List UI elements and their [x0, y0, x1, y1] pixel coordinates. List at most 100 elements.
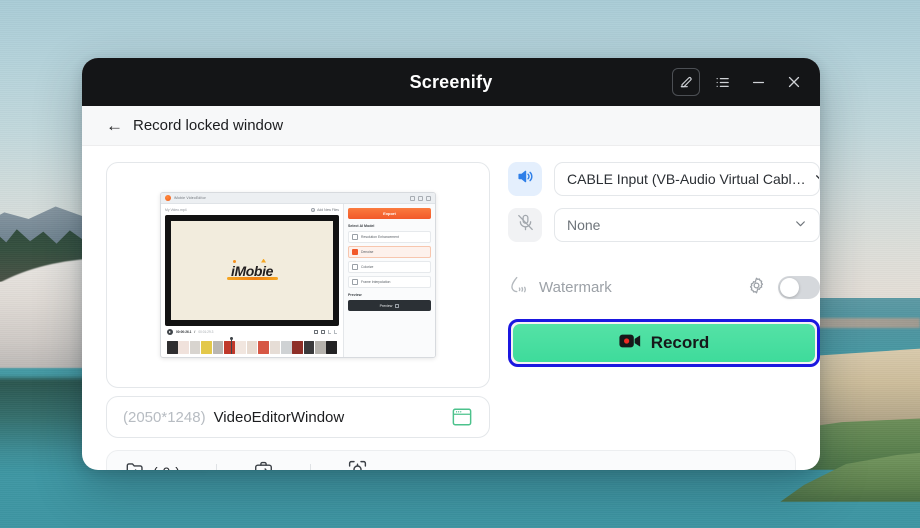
thumb-model-label-3: Frame Interpolation — [361, 280, 391, 284]
edit-pen-button[interactable] — [672, 68, 700, 96]
chevron-down-icon — [786, 217, 807, 233]
list-menu-button[interactable] — [708, 68, 736, 96]
thumb-timeline — [165, 337, 339, 354]
toolbox-button[interactable] — [253, 460, 274, 470]
minimize-icon — [750, 74, 767, 91]
thumb-section-label: Select AI Model — [348, 224, 375, 228]
logo-underline-icon — [227, 277, 278, 280]
minimize-button[interactable] — [744, 68, 772, 96]
window-info-bar: (2050*1248) VideoEditorWindow — [106, 396, 490, 438]
thumb-model-0: Resolution Enhancement — [348, 231, 431, 243]
recordings-folder-button[interactable]: ( 0 ) — [125, 460, 180, 470]
divider — [216, 464, 218, 470]
toolbox-icon — [253, 460, 274, 470]
watermark-row: Watermark — [508, 274, 820, 301]
window-icon[interactable] — [451, 407, 473, 427]
model-icon — [352, 249, 358, 255]
model-icon — [352, 264, 358, 270]
thumb-model-label-2: Colorize — [361, 265, 374, 269]
app-window: Screenify ← Record locked window iMobie … — [82, 58, 820, 470]
folder-icon — [125, 460, 146, 470]
water-drop-icon — [508, 274, 529, 301]
thumb-app-name: iMobie VideoEditor — [174, 196, 206, 200]
thumb-export-button: Export — [348, 208, 431, 219]
record-button[interactable]: Record — [513, 324, 815, 362]
thumb-app-logo-icon — [165, 195, 171, 201]
edit-pen-icon — [678, 74, 694, 90]
thumb-file-row: My Video.mp4 + Add New Files — [165, 208, 339, 212]
thumb-filmstrip — [167, 341, 338, 354]
target-focus-icon — [347, 459, 368, 470]
thumb-add-file-label: Add New Files — [317, 208, 339, 212]
main-content: iMobie VideoEditor My Video.mp4 + Add Ne… — [82, 146, 820, 438]
close-icon — [785, 73, 803, 91]
watermark-toggle[interactable] — [778, 276, 820, 299]
window-preview-thumbnail: iMobie VideoEditor My Video.mp4 + Add Ne… — [160, 192, 436, 358]
thumb-time-sep: / — [194, 330, 196, 334]
speaker-button[interactable] — [508, 162, 542, 196]
thumb-preview-button: Preview — [348, 300, 431, 311]
window-preview-card[interactable]: iMobie VideoEditor My Video.mp4 + Add Ne… — [106, 162, 490, 388]
microphone-select[interactable]: None — [554, 208, 820, 242]
record-button-focus-ring: Record — [508, 319, 820, 367]
controls-column: CABLE Input (VB-Audio Virtual Cabl… None… — [508, 162, 820, 438]
thumb-body: My Video.mp4 + Add New Files iMobie 00:0… — [161, 204, 435, 357]
list-menu-icon — [714, 74, 731, 91]
thumb-player-controls: 00:00:26.1 / 00:01:29.3 — [165, 326, 339, 337]
thumb-preview-section-label: Preview — [348, 293, 362, 297]
system-sound-value: CABLE Input (VB-Audio Virtual Cabl… — [567, 171, 806, 187]
thumb-time-current: 00:00:26.1 — [176, 330, 192, 334]
divider — [310, 464, 312, 470]
record-button-label: Record — [650, 333, 710, 352]
speaker-icon — [516, 167, 535, 191]
back-arrow-icon[interactable]: ← — [106, 117, 123, 134]
plus-icon: + — [311, 208, 316, 212]
desktop-background: Screenify ← Record locked window iMobie … — [0, 0, 920, 528]
microphone-button[interactable] — [508, 208, 542, 242]
thumb-video-canvas: iMobie — [171, 221, 333, 320]
target-focus-button[interactable] — [347, 459, 368, 470]
thumb-window-buttons — [410, 195, 431, 201]
subheader: ← Record locked window — [82, 106, 820, 146]
thumb-model-2: Colorize — [348, 261, 431, 273]
thumb-control-icons — [314, 330, 337, 334]
thumb-model-label-1: Denoise — [361, 250, 374, 254]
thumb-model-3: Frame Interpolation — [348, 276, 431, 288]
window-name: VideoEditorWindow — [213, 408, 345, 426]
thumb-canvas-logo-text: iMobie — [231, 262, 273, 279]
bottom-toolbar: ( 0 ) — [106, 450, 796, 470]
microphone-value: None — [567, 217, 601, 233]
thumb-titlebar: iMobie VideoEditor — [161, 193, 435, 204]
video-camera-icon — [619, 333, 641, 354]
thumb-playhead — [230, 337, 233, 354]
title-bar: Screenify — [82, 58, 820, 106]
title-bar-actions — [672, 68, 808, 96]
microphone-muted-icon — [516, 213, 535, 237]
page-title: Record locked window — [133, 117, 284, 134]
model-icon — [352, 234, 358, 240]
close-button[interactable] — [780, 68, 808, 96]
thumb-side-panel: Export Select AI Model Resolution Enhanc… — [343, 204, 435, 357]
thumb-player: iMobie — [165, 215, 339, 326]
watermark-label: Watermark — [539, 279, 612, 296]
recordings-count: ( 0 ) — [153, 464, 180, 470]
microphone-row: None — [508, 208, 820, 242]
system-sound-row: CABLE Input (VB-Audio Virtual Cabl… — [508, 162, 820, 196]
thumb-model-label-0: Resolution Enhancement — [361, 235, 399, 239]
toggle-knob — [780, 278, 799, 297]
gear-icon[interactable] — [747, 276, 766, 300]
chevron-down-icon — [806, 171, 819, 187]
preview-dropdown-icon — [395, 303, 400, 308]
thumb-export-label: Export — [383, 211, 396, 216]
thumb-add-file: + Add New Files — [311, 208, 339, 212]
thumb-model-1: Denoise — [348, 246, 431, 258]
thumb-preview-button-label: Preview — [379, 303, 393, 308]
thumb-file-name: My Video.mp4 — [165, 208, 187, 212]
system-sound-select[interactable]: CABLE Input (VB-Audio Virtual Cabl… — [554, 162, 820, 196]
model-icon — [352, 279, 358, 285]
watermark-controls — [747, 276, 820, 300]
logo-dot-icon — [233, 259, 237, 263]
thumb-play-icon — [167, 329, 173, 335]
logo-accent-icon — [261, 258, 267, 263]
preview-column: iMobie VideoEditor My Video.mp4 + Add Ne… — [106, 162, 490, 438]
